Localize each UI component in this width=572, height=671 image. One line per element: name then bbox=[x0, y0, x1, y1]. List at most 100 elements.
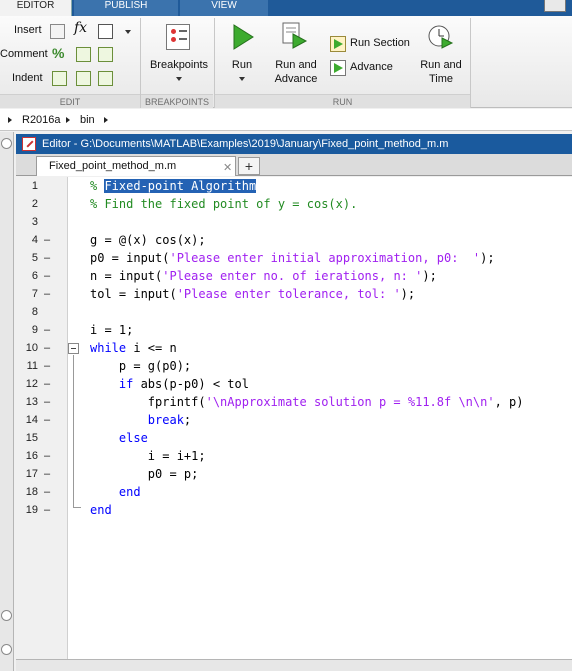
close-icon[interactable]: ✕ bbox=[223, 159, 232, 177]
breakpoint-marker[interactable]: – bbox=[44, 447, 50, 465]
run-and-time-label-2: Time bbox=[428, 73, 454, 85]
file-tab[interactable]: Fixed_point_method_m.m ✕ bbox=[36, 156, 236, 176]
breakpoint-marker[interactable]: – bbox=[44, 393, 50, 411]
breakpoints-icon bbox=[166, 24, 190, 50]
code-line[interactable]: 16– i = i+1; bbox=[16, 447, 572, 465]
code-line[interactable]: 17– p0 = p; bbox=[16, 465, 572, 483]
tab-editor[interactable]: EDITOR bbox=[0, 0, 72, 16]
add-tab-button[interactable]: + bbox=[238, 157, 260, 175]
line-number: 15 bbox=[25, 432, 38, 444]
insert-section-icon[interactable] bbox=[50, 24, 65, 39]
decrease-indent-icon[interactable] bbox=[98, 71, 113, 86]
breakpoint-marker[interactable]: – bbox=[44, 339, 50, 357]
status-strip bbox=[16, 659, 572, 671]
smart-indent-icon[interactable] bbox=[52, 71, 67, 86]
code-line[interactable]: 4– g = @(x) cos(x); bbox=[16, 231, 572, 249]
line-number: 6 bbox=[31, 270, 38, 282]
insert-function-icon[interactable] bbox=[98, 24, 113, 39]
line-number: 1 bbox=[31, 180, 38, 192]
code-text: % Find the fixed point of y = cos(x). bbox=[90, 197, 358, 211]
chevron-down-icon[interactable] bbox=[239, 77, 245, 81]
breakpoint-marker[interactable]: – bbox=[44, 285, 50, 303]
insert-label[interactable]: Insert bbox=[14, 24, 42, 36]
code-text: n = input('Please enter no. of ierations… bbox=[90, 269, 437, 283]
code-text: % Fixed-point Algorithm bbox=[90, 179, 257, 193]
code-line[interactable]: 15 else bbox=[16, 429, 572, 447]
code-line[interactable]: 2 % Find the fixed point of y = cos(x). bbox=[16, 195, 572, 213]
chevron-down-icon[interactable] bbox=[125, 30, 131, 34]
tab-publish[interactable]: PUBLISH bbox=[74, 0, 178, 16]
breadcrumb-item[interactable]: bin bbox=[80, 114, 95, 126]
comment-toggle-icon[interactable] bbox=[76, 47, 91, 62]
code-line[interactable]: 7– tol = input('Please enter tolerance, t… bbox=[16, 285, 572, 303]
tab-view[interactable]: VIEW bbox=[180, 0, 268, 16]
code-line[interactable]: 14– break; bbox=[16, 411, 572, 429]
line-number: 10 bbox=[25, 342, 38, 354]
breakpoint-marker[interactable]: – bbox=[44, 501, 50, 519]
chevron-right-icon[interactable] bbox=[8, 117, 12, 123]
code-line[interactable]: 3 bbox=[16, 213, 572, 231]
code-line[interactable]: 13– fprintf('\nApproximate solution p = … bbox=[16, 393, 572, 411]
chevron-right-icon[interactable] bbox=[66, 117, 70, 123]
code-text: tol = input('Please enter tolerance, tol… bbox=[90, 287, 416, 301]
code-line[interactable]: 19– end bbox=[16, 501, 572, 519]
line-number: 13 bbox=[25, 396, 38, 408]
breakpoint-marker[interactable]: – bbox=[44, 249, 50, 267]
code-line[interactable]: 11– p = g(p0); bbox=[16, 357, 572, 375]
breakpoint-marker[interactable]: – bbox=[44, 267, 50, 285]
code-line[interactable]: 18– end bbox=[16, 483, 572, 501]
breakpoints-section-label: BREAKPOINTS bbox=[141, 94, 213, 108]
run-and-advance-label-1: Run and bbox=[275, 59, 317, 71]
run-and-advance-icon bbox=[282, 22, 308, 49]
code-text: else bbox=[118, 431, 148, 445]
increase-indent-icon[interactable] bbox=[76, 71, 91, 86]
percent-icon[interactable]: % bbox=[52, 45, 64, 61]
code-editor[interactable]: 1 % Fixed-point Algorithm 2 % Find the fixe… bbox=[16, 177, 572, 659]
run-and-time-icon bbox=[428, 25, 454, 49]
line-number: 2 bbox=[31, 198, 38, 210]
run-section-label: Run Section bbox=[350, 37, 410, 49]
editor-title-bar: Editor - G:\Documents\MATLAB\Examples\20… bbox=[16, 134, 572, 154]
line-number: 16 bbox=[25, 450, 38, 462]
quick-access-icon[interactable] bbox=[544, 0, 566, 12]
code-line[interactable]: 12– if abs(p-p0) < tol bbox=[16, 375, 572, 393]
chevron-right-icon[interactable] bbox=[104, 117, 108, 123]
code-text: break; bbox=[147, 413, 192, 427]
breakpoint-marker[interactable]: – bbox=[44, 231, 50, 249]
breakpoint-marker[interactable]: – bbox=[44, 465, 50, 483]
code-line[interactable]: 8 bbox=[16, 303, 572, 321]
indent-label[interactable]: Indent bbox=[12, 72, 43, 84]
fold-guide-end bbox=[73, 507, 81, 508]
breakpoint-marker[interactable]: – bbox=[44, 357, 50, 375]
chevron-down-icon[interactable] bbox=[176, 77, 182, 81]
breadcrumb-item[interactable]: R2016a bbox=[22, 114, 61, 126]
run-and-advance-label-2: Advance bbox=[274, 73, 318, 85]
line-number: 14 bbox=[25, 414, 38, 426]
code-line[interactable]: 6– n = input('Please enter no. of ieratio… bbox=[16, 267, 572, 285]
fx-icon[interactable]: fx bbox=[74, 20, 87, 36]
code-line[interactable]: 1 % Fixed-point Algorithm bbox=[16, 177, 572, 195]
breadcrumb: R2016a bin bbox=[0, 109, 572, 131]
breakpoint-marker[interactable]: – bbox=[44, 321, 50, 339]
code-text: g = @(x) cos(x); bbox=[90, 233, 206, 247]
panel-toggle-icon[interactable] bbox=[1, 610, 12, 621]
panel-toggle-icon[interactable] bbox=[1, 644, 12, 655]
comment-label[interactable]: Comment bbox=[0, 48, 48, 60]
code-text: p0 = input('Please enter initial approxi… bbox=[90, 251, 495, 265]
toolstrip-tabs: EDITOR PUBLISH VIEW bbox=[0, 0, 572, 16]
panel-toggle-icon[interactable] bbox=[1, 138, 12, 149]
ribbon: Insert fx Comment % Indent EDIT Breakpoi… bbox=[0, 16, 572, 108]
uncomment-icon[interactable] bbox=[98, 47, 113, 62]
breakpoint-marker[interactable]: – bbox=[44, 411, 50, 429]
code-text: i = i+1; bbox=[90, 449, 206, 463]
line-number: 3 bbox=[31, 216, 38, 228]
code-line[interactable]: 10– while i <= n bbox=[16, 339, 572, 357]
breakpoint-marker[interactable]: – bbox=[44, 375, 50, 393]
run-and-time-label-1: Run and bbox=[420, 59, 462, 71]
code-line[interactable]: 9– i = 1; bbox=[16, 321, 572, 339]
fold-toggle-icon[interactable] bbox=[68, 343, 79, 354]
breakpoint-marker[interactable]: – bbox=[44, 483, 50, 501]
code-text: p = g(p0); bbox=[90, 359, 192, 373]
code-line[interactable]: 5– p0 = input('Please enter initial appro… bbox=[16, 249, 572, 267]
fold-guide bbox=[73, 355, 74, 507]
